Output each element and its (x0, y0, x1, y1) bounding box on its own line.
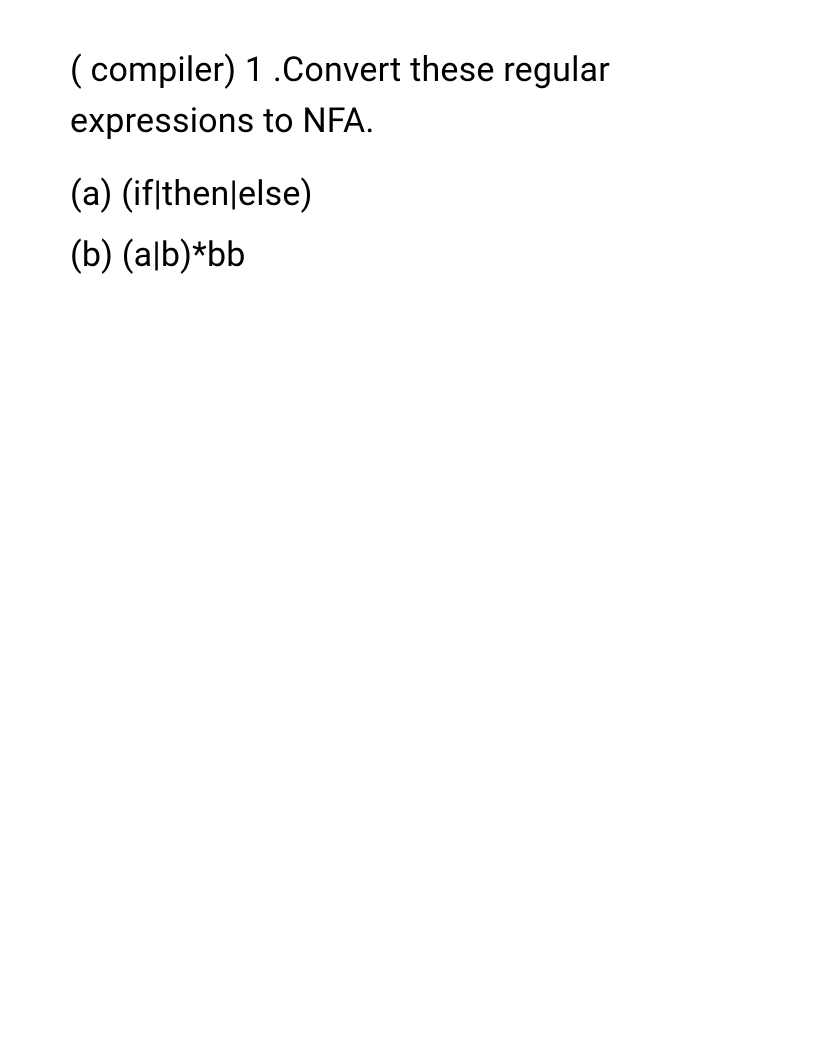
question-part-b: (b) (a|b)*bb (70, 230, 745, 281)
question-part-a: (a) (if|then|else) (70, 169, 745, 220)
question-title: ( compiler) 1 .Convert these regular exp… (70, 45, 745, 147)
